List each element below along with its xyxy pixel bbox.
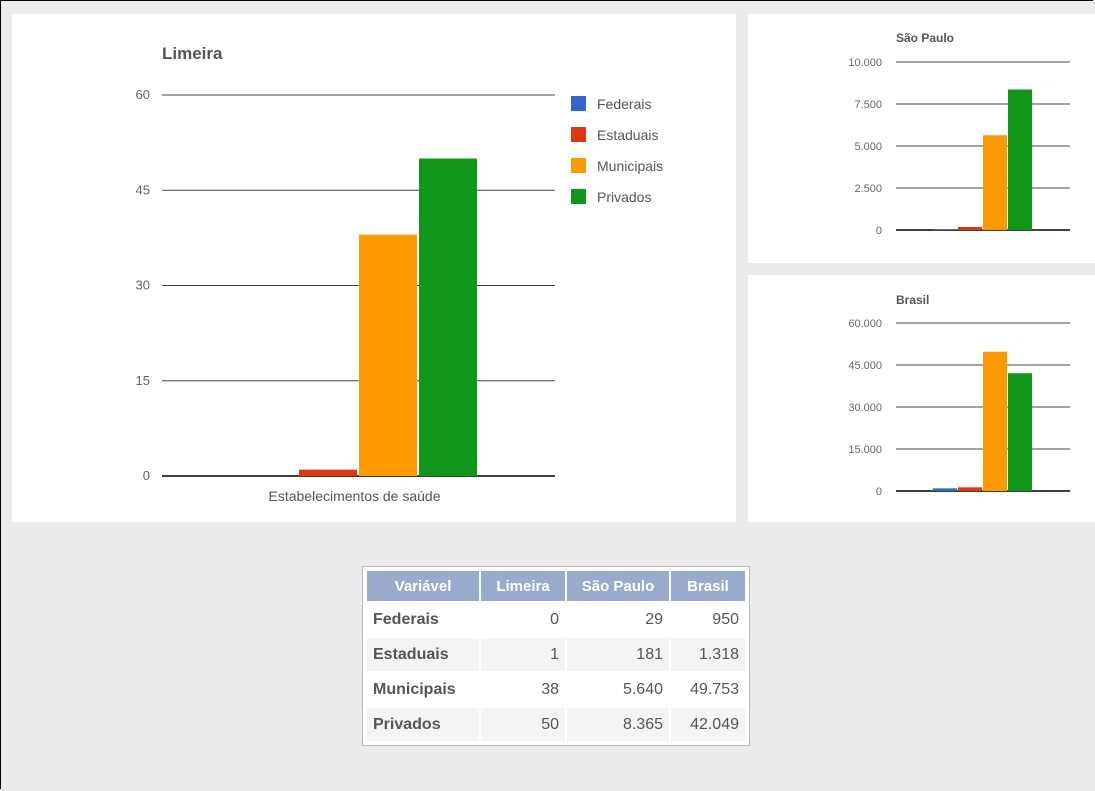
- bar-privados[interactable]: [1008, 89, 1032, 230]
- row-label: Municipais: [373, 680, 456, 698]
- chart-title: São Paulo: [896, 31, 954, 45]
- chart-panel-limeira: Limeira 0 15 30 45 60 Estabelecimentos de saúd…: [12, 14, 736, 522]
- column-header-sao-paulo[interactable]: São Paulo: [567, 571, 669, 601]
- data-table: Variável Limeira São Paulo Brasil Federa…: [365, 569, 747, 743]
- cell-sao-paulo: 181: [567, 638, 669, 671]
- table-row: Federais 0 29 950: [367, 603, 745, 636]
- table-row: Privados 50 8.365 42.049: [367, 708, 745, 741]
- cell-brasil: 42.049: [671, 708, 745, 741]
- y-tick-label: 60.000: [848, 318, 882, 330]
- cell-limeira: 38: [541, 680, 559, 698]
- x-axis-category-label: Estabelecimentos de saúde: [269, 488, 441, 504]
- y-tick-label: 30: [136, 278, 150, 293]
- chart-title: Limeira: [162, 44, 223, 63]
- cell-sao-paulo: 8.365: [567, 708, 669, 741]
- y-tick-label: 60: [136, 87, 150, 102]
- cell-limeira: 0: [550, 610, 559, 628]
- chart-limeira: Limeira 0 15 30 45 60 Estabelecimentos de saúd…: [136, 44, 664, 504]
- bar-federais[interactable]: [933, 488, 957, 491]
- row-label: Federais: [373, 610, 439, 628]
- bar-municipais[interactable]: [983, 135, 1007, 230]
- cell-limeira: 1: [481, 638, 565, 671]
- y-tick-label: 45.000: [848, 360, 882, 372]
- bar-privados[interactable]: [419, 158, 477, 477]
- legend-label: Estaduais: [597, 127, 658, 143]
- data-table-container: Variável Limeira São Paulo Brasil Federa…: [362, 566, 750, 746]
- legend-label: Privados: [597, 189, 651, 205]
- column-header-brasil[interactable]: Brasil: [671, 571, 745, 601]
- column-header-limeira[interactable]: Limeira: [481, 571, 565, 601]
- y-tick-label: 7.500: [854, 99, 882, 111]
- legend-swatch: [571, 189, 586, 204]
- chart-sao-paulo: São Paulo 0 2.500 5.000 7.500 10.000: [848, 31, 1070, 237]
- y-tick-label: 30.000: [848, 402, 882, 414]
- y-tick-label: 5.000: [854, 141, 882, 153]
- chart-panel-brasil: Brasil 0 15.000 30.000 45.000 60.000: [748, 275, 1095, 522]
- row-label: Estaduais: [367, 638, 479, 671]
- bar-estaduais[interactable]: [299, 469, 357, 476]
- y-tick-label: 0: [143, 468, 150, 483]
- y-tick-label: 0: [876, 225, 882, 237]
- legend-swatch: [571, 96, 586, 111]
- y-tick-label: 2.500: [854, 183, 882, 195]
- bar-privados[interactable]: [1008, 373, 1032, 491]
- legend-swatch: [571, 158, 586, 173]
- y-tick-label: 10.000: [848, 57, 882, 69]
- cell-brasil: 1.318: [671, 638, 745, 671]
- table-header-row: Variável Limeira São Paulo Brasil: [367, 571, 745, 601]
- cell-brasil: 950: [712, 610, 739, 628]
- legend-label: Federais: [597, 96, 651, 112]
- chart-panel-sao-paulo: São Paulo 0 2.500 5.000 7.500 10.000: [748, 14, 1095, 263]
- cell-brasil: 49.753: [690, 680, 739, 698]
- column-header-variavel[interactable]: Variável: [367, 571, 479, 601]
- chart-brasil: Brasil 0 15.000 30.000 45.000 60.000: [848, 293, 1070, 498]
- y-tick-label: 15: [136, 373, 150, 388]
- chart-title: Brasil: [896, 293, 929, 307]
- table-row: Municipais 38 5.640 49.753: [367, 673, 745, 706]
- cell-limeira: 50: [481, 708, 565, 741]
- table-row: Estaduais 1 181 1.318: [367, 638, 745, 671]
- legend-label: Municipais: [597, 158, 663, 174]
- row-label: Privados: [367, 708, 479, 741]
- y-tick-label: 0: [876, 486, 882, 498]
- y-tick-label: 45: [136, 182, 150, 197]
- cell-sao-paulo: 5.640: [622, 680, 663, 698]
- bar-estaduais[interactable]: [958, 487, 982, 491]
- bar-municipais[interactable]: [359, 234, 417, 476]
- bar-estaduais[interactable]: [958, 226, 982, 230]
- bar-municipais[interactable]: [983, 351, 1007, 491]
- y-tick-label: 15.000: [848, 444, 882, 456]
- legend-swatch: [571, 127, 586, 142]
- cell-sao-paulo: 29: [645, 610, 663, 628]
